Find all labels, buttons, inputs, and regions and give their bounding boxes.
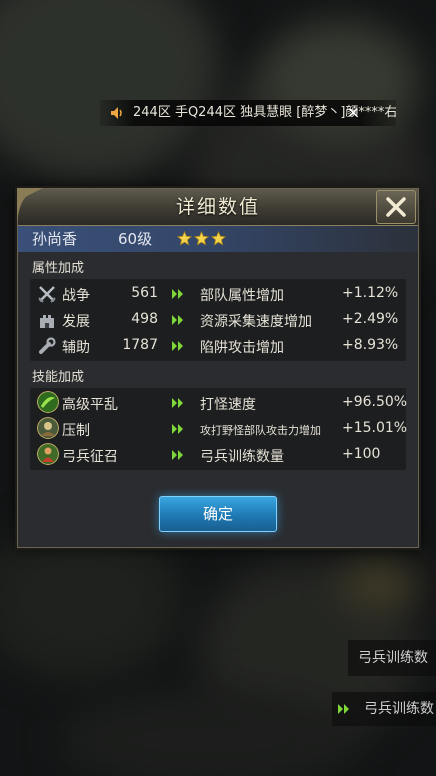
detail-dialog: 详细数值 孙尚香 60级 属性加成 战争 561 部队属性增加 +1.12% 发… xyxy=(17,188,419,548)
attribute-effect: 资源采集速度增加 xyxy=(200,314,312,330)
chevron-right-icon xyxy=(172,450,183,460)
confirm-button[interactable]: 确定 xyxy=(159,496,277,532)
skill-name: 高级平乱 xyxy=(62,397,118,413)
hero-level: 60级 xyxy=(118,230,153,248)
skill-bonus: +100 xyxy=(342,446,381,462)
star-icon xyxy=(177,231,192,246)
broadcast-close-icon[interactable]: ✕ xyxy=(347,100,360,126)
attribute-value: 1787 xyxy=(122,337,158,353)
attribute-effect: 陷阱攻击增加 xyxy=(200,340,284,356)
chevron-right-icon xyxy=(172,289,183,299)
skill-archer-recruit-icon xyxy=(37,443,59,465)
skill-advanced-rout-icon xyxy=(37,391,59,413)
star-icon xyxy=(211,231,226,246)
skill-suppress-icon xyxy=(37,417,59,439)
broadcast-bar: 244区 手Q244区 独具慧眼 [醉梦丶]顔****右 ✕ xyxy=(100,100,396,126)
chevron-right-icon xyxy=(172,341,183,351)
attribute-section-title: 属性加成 xyxy=(32,261,85,276)
attribute-effect: 部队属性增加 xyxy=(200,288,284,304)
chevron-right-icon xyxy=(338,704,349,714)
skill-row: 高级平乱 打怪速度 +96.50% xyxy=(30,390,408,416)
skill-effect: 弓兵训练数量 xyxy=(200,449,284,465)
skill-bonus: +15.01% xyxy=(342,420,408,436)
dialog-title-bar: 详细数值 xyxy=(17,188,418,226)
dialog-title: 详细数值 xyxy=(175,196,260,218)
chevron-right-icon xyxy=(172,398,183,408)
skill-effect: 攻打野怪部队攻击力增加 xyxy=(200,424,321,437)
wrench-icon xyxy=(39,337,56,354)
speaker-icon xyxy=(111,107,122,119)
attribute-bonus: +2.49% xyxy=(342,311,399,327)
close-icon xyxy=(386,197,406,217)
skill-effect: 打怪速度 xyxy=(200,397,256,413)
crossed-swords-icon xyxy=(38,286,56,303)
background-row: 弓兵训练数 xyxy=(332,692,436,726)
attribute-value: 498 xyxy=(131,311,158,327)
attribute-bonus: +1.12% xyxy=(342,285,399,301)
attribute-row: 辅助 1787 陷阱攻击增加 +8.93% xyxy=(30,333,406,359)
skill-name: 压制 xyxy=(62,423,90,439)
background-row-label: 弓兵训练数 xyxy=(358,650,428,666)
skill-panel: 高级平乱 打怪速度 +96.50% 压制 攻打野怪部队攻击力增加 +15.01%… xyxy=(30,388,408,470)
skill-bonus: +96.50% xyxy=(342,394,408,410)
hero-star-rating xyxy=(177,231,226,247)
attribute-panel: 战争 561 部队属性增加 +1.12% 发展 498 资源采集速度增加 +2.… xyxy=(30,279,406,361)
background-row: 弓兵训练数 xyxy=(348,640,436,676)
attribute-name: 辅助 xyxy=(62,340,90,356)
skill-section-title: 技能加成 xyxy=(32,370,85,385)
attribute-name: 战争 xyxy=(62,288,90,304)
skill-row: 压制 攻打野怪部队攻击力增加 +15.01% xyxy=(30,416,408,442)
skill-name: 弓兵征召 xyxy=(62,449,118,465)
star-icon xyxy=(194,231,209,246)
background-row-label: 弓兵训练数 xyxy=(364,701,434,717)
chevron-right-icon xyxy=(172,424,183,434)
castle-icon xyxy=(40,315,54,328)
hero-info-row: 孙尚香 60级 xyxy=(18,226,418,252)
attribute-bonus: +8.93% xyxy=(342,337,399,353)
attribute-name: 发展 xyxy=(62,314,90,330)
attribute-value: 561 xyxy=(131,285,158,301)
close-button[interactable] xyxy=(376,190,416,224)
skill-row: 弓兵征召 弓兵训练数量 +100 xyxy=(30,442,406,468)
attribute-row: 战争 561 部队属性增加 +1.12% xyxy=(30,281,406,307)
chevron-right-icon xyxy=(172,315,183,325)
attribute-row: 发展 498 资源采集速度增加 +2.49% xyxy=(30,307,406,333)
hero-name: 孙尚香 xyxy=(32,230,78,248)
